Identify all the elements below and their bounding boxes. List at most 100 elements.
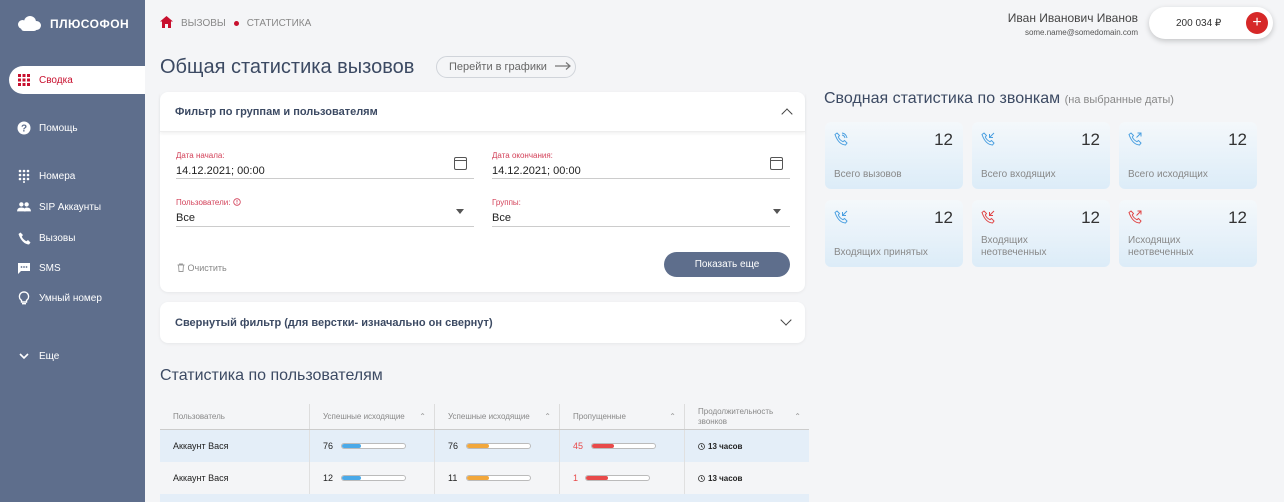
users-label: Пользователи: bbox=[176, 198, 241, 207]
phone-incoming-icon bbox=[834, 210, 848, 224]
groups-label: Группы: bbox=[492, 198, 521, 207]
sidebar-item-sip[interactable]: SIP Аккаунты bbox=[0, 193, 145, 221]
phone-incoming-icon bbox=[981, 132, 995, 146]
phone-missed-out-icon bbox=[1128, 210, 1142, 224]
breadcrumb-separator bbox=[233, 21, 239, 26]
progress-bar bbox=[341, 443, 406, 449]
clear-button[interactable]: Очистить bbox=[177, 263, 227, 273]
column-header-success-out-1[interactable]: Успешные исходящие ⌃ bbox=[310, 404, 435, 429]
start-date-underline bbox=[176, 178, 474, 179]
dropdown-arrow-icon[interactable] bbox=[456, 209, 464, 214]
user-email: some.name@somedomain.com bbox=[1024, 28, 1138, 37]
dropdown-arrow-icon[interactable] bbox=[773, 209, 781, 214]
sidebar-item-help[interactable]: ? Помощь bbox=[0, 114, 145, 142]
stat-card-incoming-answered[interactable]: 12 Входящих принятых bbox=[825, 200, 963, 267]
sort-icon: ⌃ bbox=[669, 412, 676, 421]
stat-card-incoming-missed[interactable]: 12 Входящих неотвеченных bbox=[972, 200, 1110, 267]
progress-bar bbox=[466, 443, 531, 449]
chevron-down-icon[interactable] bbox=[780, 314, 792, 326]
add-funds-button[interactable]: + bbox=[1246, 12, 1268, 34]
chevron-up-icon[interactable] bbox=[781, 108, 793, 120]
clock-icon bbox=[698, 474, 705, 482]
users-stats-table: Пользователь Успешные исходящие ⌃ Успешны… bbox=[160, 404, 809, 502]
groups-select[interactable]: Все bbox=[492, 212, 511, 224]
end-date-label: Дата окончания: bbox=[492, 151, 553, 160]
cell-missed: 45 bbox=[560, 430, 685, 462]
progress-bar bbox=[466, 475, 531, 481]
filter-panel-header[interactable]: Фильтр по группам и пользователям bbox=[160, 92, 805, 132]
groups-underline bbox=[492, 226, 790, 227]
breadcrumb-statistics: СТАТИСТИКА bbox=[246, 18, 312, 29]
show-more-button[interactable]: Показать еще bbox=[664, 252, 790, 277]
sidebar-item-numbers[interactable]: Номера bbox=[0, 162, 145, 190]
calendar-icon[interactable] bbox=[770, 157, 783, 170]
stat-label: Входящих неотвеченных bbox=[981, 235, 1047, 258]
sidebar-item-summary[interactable]: Сводка bbox=[9, 66, 145, 94]
sidebar-item-calls[interactable]: Вызовы bbox=[0, 224, 145, 252]
progress-bar bbox=[341, 475, 406, 481]
svg-text:?: ? bbox=[21, 124, 27, 135]
stat-label: Всего входящих bbox=[981, 169, 1056, 180]
filter-panel-title: Фильтр по группам и пользователям bbox=[175, 106, 378, 118]
phone-missed-in-icon bbox=[981, 210, 995, 224]
balance-widget[interactable]: 200 034 ₽ + bbox=[1149, 7, 1273, 39]
cell-success-out-1: 76 bbox=[310, 430, 435, 462]
sidebar-item-sms[interactable]: SMS bbox=[0, 254, 145, 282]
column-header-missed[interactable]: Пропущенные ⌃ bbox=[560, 404, 685, 429]
cell-success-out-1: 12 bbox=[310, 462, 435, 494]
phone-call-icon bbox=[834, 132, 848, 146]
users-icon bbox=[17, 200, 31, 214]
cell-duration: 13 часов bbox=[685, 430, 809, 462]
cell-missed: 1 bbox=[560, 462, 685, 494]
sort-icon: ⌃ bbox=[544, 412, 551, 421]
cell-user: Аккаунт Вася bbox=[160, 430, 310, 462]
help-icon: ? bbox=[17, 121, 31, 135]
stat-value: 12 bbox=[1081, 208, 1100, 227]
stat-value: 12 bbox=[1228, 130, 1247, 149]
column-header-user[interactable]: Пользователь bbox=[160, 404, 310, 429]
breadcrumb: ВЫЗОВЫ СТАТИСТИКА bbox=[160, 16, 311, 31]
stat-label: Исходящих неотвеченных bbox=[1128, 235, 1194, 258]
phone-outgoing-icon bbox=[1128, 132, 1142, 146]
info-icon[interactable] bbox=[232, 198, 241, 206]
column-header-success-out-2[interactable]: Успешные исходящие ⌃ bbox=[435, 404, 560, 429]
sidebar-item-smart-number[interactable]: Умный номер bbox=[0, 284, 145, 312]
end-date-input[interactable]: 14.12.2021; 00:00 bbox=[492, 165, 581, 177]
table-row[interactable]: Аккаунт Вася 76 76 45 13 часов bbox=[160, 430, 809, 462]
collapsed-filter-panel[interactable]: Свернутый фильтр (для верстки- изначальн… bbox=[160, 302, 805, 343]
clock-icon bbox=[698, 442, 705, 450]
table-row[interactable]: Аккаунт Вася 12 11 1 13 часов bbox=[160, 462, 809, 494]
page-title: Общая статистика вызовов bbox=[160, 56, 415, 78]
sidebar-item-label: Еще bbox=[39, 350, 60, 362]
grid-icon bbox=[17, 73, 31, 87]
summary-subtitle: (на выбранные даты) bbox=[1064, 94, 1174, 106]
calendar-icon[interactable] bbox=[454, 157, 467, 170]
breadcrumb-calls[interactable]: ВЫЗОВЫ bbox=[181, 18, 226, 29]
users-select[interactable]: Все bbox=[176, 212, 195, 224]
column-header-duration[interactable]: Продолжительность звонков ⌃ bbox=[685, 404, 809, 429]
cell-user: Аккаунт Вася bbox=[160, 462, 310, 494]
stat-card-outgoing[interactable]: 12 Всего исходящих bbox=[1119, 122, 1257, 189]
brand-name: ПЛЮСОФОН bbox=[50, 17, 130, 31]
user-name[interactable]: Иван Иванович Иванов bbox=[1008, 11, 1138, 25]
logo[interactable]: ПЛЮСОФОН bbox=[16, 14, 129, 34]
sidebar-item-more[interactable]: Еще bbox=[0, 342, 145, 370]
users-stats-title: Статистика по пользователям bbox=[160, 367, 383, 384]
cell-duration: 13 часов bbox=[685, 462, 809, 494]
stat-card-incoming[interactable]: 12 Всего входящих bbox=[972, 122, 1110, 189]
stat-value: 12 bbox=[934, 130, 953, 149]
home-icon[interactable] bbox=[160, 16, 173, 31]
stat-card-total[interactable]: 12 Всего вызовов bbox=[825, 122, 963, 189]
sms-icon bbox=[17, 261, 31, 275]
table-row[interactable] bbox=[160, 494, 809, 502]
sidebar-item-label: Сводка bbox=[39, 74, 73, 86]
stat-label: Всего вызовов bbox=[834, 169, 902, 180]
trash-icon bbox=[177, 263, 185, 272]
go-to-charts-button[interactable]: Перейти в графики bbox=[436, 56, 576, 78]
sidebar: ПЛЮСОФОН Сводка ? Помощь Номера SIP Акка… bbox=[0, 0, 145, 502]
stat-card-outgoing-missed[interactable]: 12 Исходящих неотвеченных bbox=[1119, 200, 1257, 267]
start-date-input[interactable]: 14.12.2021; 00:00 bbox=[176, 165, 265, 177]
cell-success-out-2: 76 bbox=[435, 430, 560, 462]
sidebar-item-label: Вызовы bbox=[39, 232, 76, 244]
users-underline bbox=[176, 226, 474, 227]
